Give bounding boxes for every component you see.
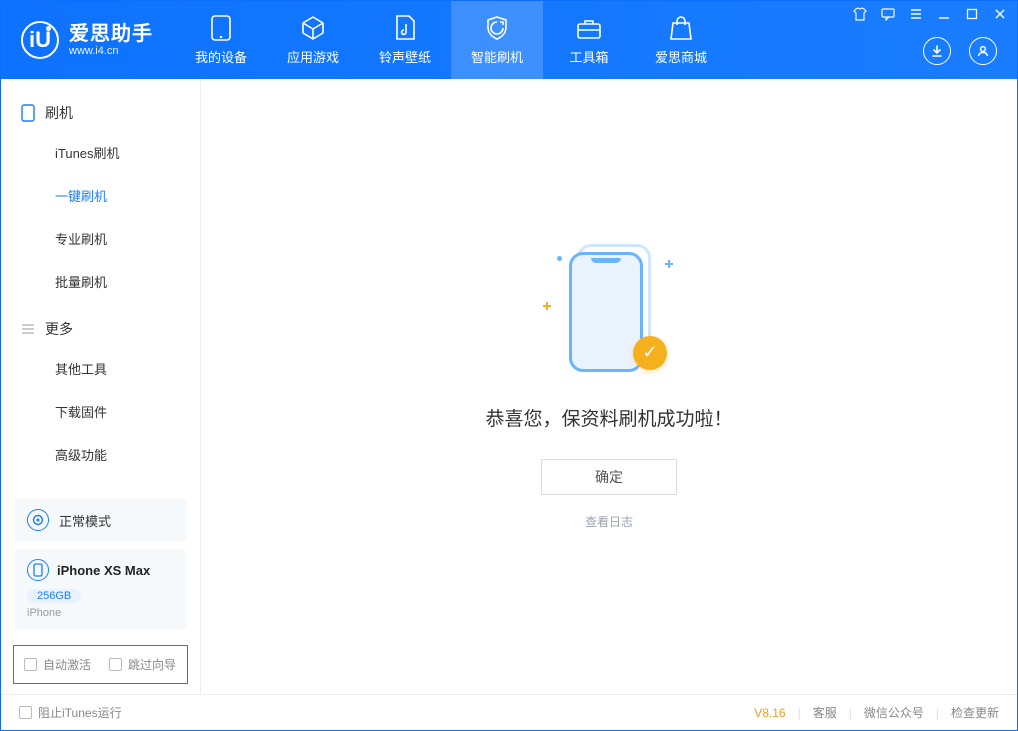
user-icon[interactable] xyxy=(969,37,997,65)
device-name: iPhone XS Max xyxy=(57,563,150,578)
success-illustration: ✓ xyxy=(549,244,669,374)
minimize-icon[interactable] xyxy=(937,7,951,21)
maximize-icon[interactable] xyxy=(965,7,979,21)
sidebar-items-more: 其他工具 下载固件 高级功能 xyxy=(1,345,200,482)
section-title: 刷机 xyxy=(45,103,73,123)
top-nav: 我的设备 应用游戏 铃声壁纸 智能刷机 xyxy=(175,1,727,79)
body: 刷机 iTunes刷机 一键刷机 专业刷机 批量刷机 更多 其他工具 下载固件 … xyxy=(1,79,1017,694)
nav-toolbox[interactable]: 工具箱 xyxy=(543,1,635,79)
checkbox-row: 自动激活 跳过向导 xyxy=(13,645,188,684)
nav-apps-games[interactable]: 应用游戏 xyxy=(267,1,359,79)
success-message: 恭喜您，保资料刷机成功啦！ xyxy=(485,404,732,431)
checkbox-icon xyxy=(24,658,37,671)
menu-icon[interactable] xyxy=(909,7,923,21)
nav-label: 工具箱 xyxy=(569,47,608,66)
sidebar-item-batch-flash[interactable]: 批量刷机 xyxy=(1,260,200,303)
logo: iU 爱思助手 www.i4.cn xyxy=(1,1,175,79)
mode-label: 正常模式 xyxy=(59,511,111,530)
app-window: iU 爱思助手 www.i4.cn 我的设备 应用游戏 xyxy=(0,0,1018,731)
download-icon[interactable] xyxy=(923,37,951,65)
sidebar-items-flash: iTunes刷机 一键刷机 专业刷机 批量刷机 xyxy=(1,129,200,309)
app-name-en: www.i4.cn xyxy=(69,45,153,57)
nav-label: 我的设备 xyxy=(195,47,247,66)
mode-card[interactable]: 正常模式 xyxy=(15,499,186,541)
nav-label: 应用游戏 xyxy=(287,47,339,66)
header-user-icons xyxy=(923,37,997,65)
bag-icon xyxy=(668,15,694,41)
device-icon xyxy=(27,559,49,581)
checkbox-skip-guide[interactable]: 跳过向导 xyxy=(109,656,176,673)
checkbox-auto-activate[interactable]: 自动激活 xyxy=(24,656,91,673)
footer-link-wechat[interactable]: 微信公众号 xyxy=(864,704,924,721)
shield-icon xyxy=(484,15,510,41)
window-controls xyxy=(853,7,1007,21)
ok-button[interactable]: 确定 xyxy=(541,459,677,495)
device-card[interactable]: iPhone XS Max 256GB iPhone xyxy=(15,549,186,629)
sidebar-item-other-tools[interactable]: 其他工具 xyxy=(1,347,200,390)
dot-icon xyxy=(557,256,562,261)
main-content: ✓ 恭喜您，保资料刷机成功啦！ 确定 查看日志 xyxy=(201,79,1017,694)
device-type: iPhone xyxy=(27,607,174,619)
sparkle-icon xyxy=(665,260,671,266)
tshirt-icon[interactable] xyxy=(853,7,867,21)
footer-link-support[interactable]: 客服 xyxy=(813,704,837,721)
logo-icon: iU xyxy=(21,21,59,59)
nav-label: 铃声壁纸 xyxy=(379,47,431,66)
music-file-icon xyxy=(392,15,418,41)
checkbox-label: 自动激活 xyxy=(43,656,91,673)
checkbox-label: 跳过向导 xyxy=(128,656,176,673)
close-icon[interactable] xyxy=(993,7,1007,21)
device-icon xyxy=(208,15,234,41)
nav-store[interactable]: 爱思商城 xyxy=(635,1,727,79)
nav-label: 智能刷机 xyxy=(471,47,523,66)
footer: 阻止iTunes运行 V8.16 | 客服 | 微信公众号 | 检查更新 xyxy=(1,694,1017,730)
checkbox-block-itunes[interactable]: 阻止iTunes运行 xyxy=(19,704,122,721)
nav-smart-flash[interactable]: 智能刷机 xyxy=(451,1,543,79)
sidebar-item-itunes-flash[interactable]: iTunes刷机 xyxy=(1,131,200,174)
checkbox-label: 阻止iTunes运行 xyxy=(38,704,122,721)
titlebar: iU 爱思助手 www.i4.cn 我的设备 应用游戏 xyxy=(1,1,1017,79)
sparkle-icon xyxy=(543,302,551,310)
logo-text: 爱思助手 www.i4.cn xyxy=(69,23,153,57)
nav-label: 爱思商城 xyxy=(655,47,707,66)
device-capacity: 256GB xyxy=(27,589,81,603)
check-badge-icon: ✓ xyxy=(633,336,667,370)
nav-my-device[interactable]: 我的设备 xyxy=(175,1,267,79)
sidebar-item-pro-flash[interactable]: 专业刷机 xyxy=(1,217,200,260)
mode-icon xyxy=(27,509,49,531)
sidebar-item-advanced[interactable]: 高级功能 xyxy=(1,433,200,476)
cube-icon xyxy=(300,15,326,41)
toolbox-icon xyxy=(576,15,602,41)
list-icon xyxy=(21,322,35,336)
sidebar-section-flash: 刷机 xyxy=(1,93,200,129)
feedback-icon[interactable] xyxy=(881,7,895,21)
nav-ringtones[interactable]: 铃声壁纸 xyxy=(359,1,451,79)
phone-outline-icon xyxy=(21,104,35,122)
version-label: V8.16 xyxy=(754,706,785,720)
section-title: 更多 xyxy=(45,319,73,339)
sidebar: 刷机 iTunes刷机 一键刷机 专业刷机 批量刷机 更多 其他工具 下载固件 … xyxy=(1,79,201,694)
footer-link-update[interactable]: 检查更新 xyxy=(951,704,999,721)
checkbox-icon xyxy=(109,658,122,671)
sidebar-section-more: 更多 xyxy=(1,309,200,345)
sidebar-item-oneclick-flash[interactable]: 一键刷机 xyxy=(1,174,200,217)
sidebar-item-download-firmware[interactable]: 下载固件 xyxy=(1,390,200,433)
checkbox-icon xyxy=(19,706,32,719)
app-name-cn: 爱思助手 xyxy=(69,23,153,45)
view-log-link[interactable]: 查看日志 xyxy=(585,513,633,530)
